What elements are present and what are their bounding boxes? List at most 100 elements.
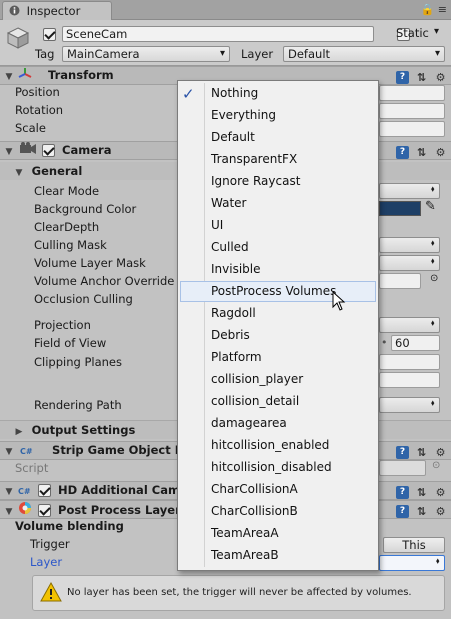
- clipping-near-field[interactable]: [379, 354, 440, 370]
- fov-slider-knob-icon[interactable]: •: [381, 336, 388, 349]
- foldout-open-icon[interactable]: ▼: [4, 444, 14, 461]
- position-field[interactable]: [379, 85, 445, 101]
- rotation-label: Rotation: [15, 103, 64, 117]
- menu-item-hitcollision-disabled[interactable]: hitcollision_disabled: [180, 457, 376, 478]
- menu-item-damagearea[interactable]: damagearea: [180, 413, 376, 434]
- occlusion-culling-label: Occlusion Culling: [34, 292, 133, 306]
- rendering-path-dropdown[interactable]: [379, 397, 440, 413]
- preset-icon[interactable]: ⇅: [415, 505, 428, 518]
- menu-item-teamareaa[interactable]: TeamAreaA: [180, 523, 376, 544]
- camera-enabled-checkbox[interactable]: [42, 144, 56, 157]
- script-label: Script: [15, 461, 49, 475]
- camera-icon: [20, 142, 37, 159]
- info-icon: [9, 3, 20, 21]
- scale-label: Scale: [15, 121, 46, 135]
- menu-item-postprocess-volumes[interactable]: PostProcess Volumes: [180, 281, 376, 302]
- field-of-view-label: Field of View: [34, 336, 107, 350]
- preset-icon[interactable]: ⇅: [415, 486, 428, 499]
- rotation-field[interactable]: [379, 103, 445, 119]
- foldout-open-icon[interactable]: ▼: [4, 69, 14, 86]
- menu-item-ignore-raycast[interactable]: Ignore Raycast: [180, 171, 376, 192]
- strip-title: Strip Game Object F: [52, 443, 183, 457]
- foldout-closed-icon[interactable]: ▶: [14, 427, 24, 437]
- layer-label: Layer: [241, 47, 274, 61]
- preset-icon[interactable]: ⇅: [415, 146, 428, 159]
- menu-item-ragdoll[interactable]: Ragdoll: [180, 303, 376, 324]
- menu-item-everything[interactable]: Everything: [180, 105, 376, 126]
- gear-icon[interactable]: ⚙: [434, 146, 447, 159]
- foldout-open-icon[interactable]: ▼: [4, 484, 14, 501]
- position-label: Position: [15, 85, 60, 99]
- tab-inspector[interactable]: Inspector: [2, 1, 112, 21]
- warning-box: No layer has been set, the trigger will …: [32, 575, 445, 611]
- menu-item-invisible[interactable]: Invisible: [180, 259, 376, 280]
- clipping-far-field[interactable]: [379, 372, 440, 388]
- ppl-layer-dropdown[interactable]: [379, 555, 445, 571]
- help-book-icon[interactable]: ?: [396, 146, 409, 159]
- clear-mode-label: Clear Mode: [34, 184, 100, 198]
- projection-dropdown[interactable]: [379, 317, 440, 333]
- menu-item-debris[interactable]: Debris: [180, 325, 376, 346]
- gear-icon[interactable]: ⚙: [434, 71, 447, 84]
- volume-layer-mask-dropdown[interactable]: [379, 255, 440, 271]
- hd-camera-enabled-checkbox[interactable]: [38, 484, 52, 497]
- menu-item-charcollisionb[interactable]: CharCollisionB: [180, 501, 376, 522]
- menu-item-collision-player[interactable]: collision_player: [180, 369, 376, 390]
- script-icon: C#: [18, 487, 31, 496]
- menu-item-default[interactable]: Default: [180, 127, 376, 148]
- trigger-this-button[interactable]: This: [383, 537, 445, 553]
- menu-item-culled[interactable]: Culled: [180, 237, 376, 258]
- tag-dropdown[interactable]: MainCamera: [62, 46, 230, 62]
- warning-text: No layer has been set, the trigger will …: [67, 587, 412, 598]
- gear-icon[interactable]: ⚙: [434, 505, 447, 518]
- volume-layer-mask-label: Volume Layer Mask: [34, 256, 146, 270]
- foldout-open-icon[interactable]: ▼: [14, 168, 24, 178]
- camera-title: Camera: [62, 143, 112, 157]
- help-book-icon[interactable]: ?: [396, 486, 409, 499]
- volume-anchor-field[interactable]: [379, 273, 421, 289]
- foldout-open-icon[interactable]: ▼: [4, 144, 14, 161]
- layer-dropdown[interactable]: Default: [283, 46, 445, 62]
- culling-mask-dropdown[interactable]: [379, 237, 440, 253]
- background-color-swatch[interactable]: [379, 201, 421, 216]
- menu-item-transparentfx[interactable]: TransparentFX: [180, 149, 376, 170]
- eyedropper-icon[interactable]: ✎: [425, 199, 436, 214]
- output-settings-label: Output Settings: [31, 423, 136, 437]
- help-book-icon[interactable]: ?: [396, 446, 409, 459]
- object-name-field[interactable]: SceneCam: [62, 26, 374, 42]
- ppl-enabled-checkbox[interactable]: [38, 504, 52, 517]
- help-book-icon[interactable]: ?: [396, 505, 409, 518]
- active-checkbox[interactable]: [43, 28, 56, 41]
- foldout-open-icon[interactable]: ▼: [4, 504, 14, 521]
- scale-field[interactable]: [379, 121, 445, 137]
- background-color-label: Background Color: [34, 202, 137, 216]
- menu-item-platform[interactable]: Platform: [180, 347, 376, 368]
- preset-icon[interactable]: ⇅: [415, 71, 428, 84]
- general-label: General: [31, 164, 83, 178]
- gear-icon[interactable]: ⚙: [434, 486, 447, 499]
- hd-camera-title: HD Additional Came: [58, 483, 188, 497]
- gear-icon[interactable]: ⚙: [434, 446, 447, 459]
- menu-item-teamareab[interactable]: TeamAreaB: [180, 545, 376, 566]
- menu-item-charcollisiona[interactable]: CharCollisionA: [180, 479, 376, 500]
- ppl-title: Post Process Layer: [58, 503, 181, 517]
- clear-depth-label: ClearDepth: [34, 220, 100, 234]
- preset-icon[interactable]: ⇅: [415, 446, 428, 459]
- menu-item-hitcollision-enabled[interactable]: hitcollision_enabled: [180, 435, 376, 456]
- help-book-icon[interactable]: ?: [396, 71, 409, 84]
- fov-field[interactable]: 60: [391, 335, 440, 351]
- menu-item-water[interactable]: Water: [180, 193, 376, 214]
- menu-item-nothing[interactable]: Nothing: [180, 83, 376, 104]
- lock-icon[interactable]: 🔒: [421, 3, 435, 16]
- transform-title: Transform: [48, 68, 114, 82]
- menu-item-collision-detail[interactable]: collision_detail: [180, 391, 376, 412]
- tab-title: Inspector: [26, 4, 81, 18]
- menu-item-ui[interactable]: UI: [180, 215, 376, 236]
- clear-mode-dropdown[interactable]: [379, 183, 440, 199]
- transform-icon: [18, 67, 38, 84]
- menu-icon[interactable]: ≡: [438, 3, 447, 16]
- volume-anchor-override-label: Volume Anchor Override: [34, 274, 175, 288]
- tab-options[interactable]: 🔒 ≡: [421, 3, 447, 16]
- object-picker-icon[interactable]: ⊙: [430, 273, 438, 284]
- static-dropdown-arrow[interactable]: ▾: [434, 26, 439, 37]
